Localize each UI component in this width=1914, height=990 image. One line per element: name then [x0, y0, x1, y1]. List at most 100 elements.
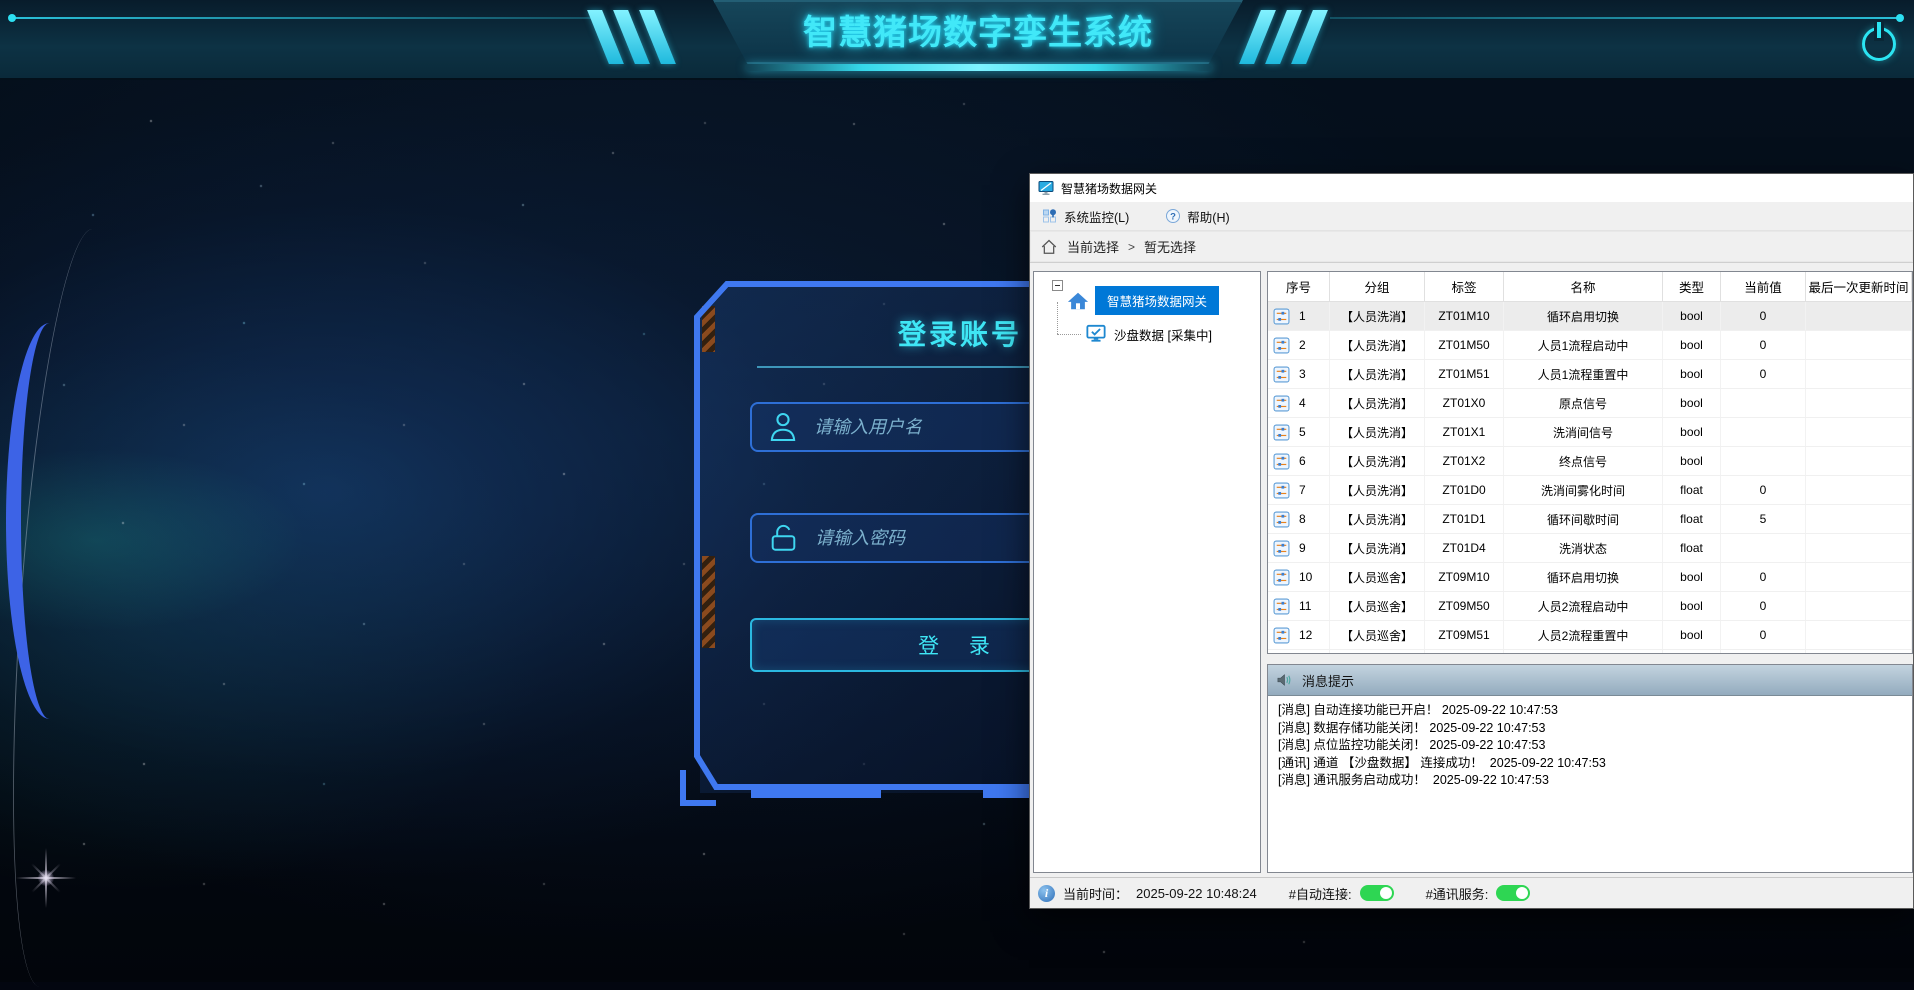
cell-group: 【人员洗消】 — [1330, 447, 1425, 475]
log-line: [消息] 数据存储功能关闭！ 2025-09-22 10:47:53 — [1278, 720, 1902, 738]
cell-group: 【人员巡舍】 — [1330, 621, 1425, 649]
column-header[interactable]: 名称 — [1504, 272, 1663, 301]
header-line-left — [12, 17, 597, 19]
breadcrumb: 当前选择 > 暂无选择 — [1030, 230, 1913, 263]
column-header[interactable]: 当前值 — [1721, 272, 1806, 301]
cell-name: 原点信号 — [1504, 389, 1663, 417]
comm-service-toggle[interactable] — [1496, 885, 1530, 901]
table-row-partial[interactable] — [1268, 650, 1912, 654]
cell-name: 人员1流程重置中 — [1504, 360, 1663, 388]
cell-last-update — [1806, 360, 1912, 388]
log-line: [通讯] 通道 【沙盘数据】 连接成功！ 2025-09-22 10:47:53 — [1278, 755, 1902, 773]
menu-system-monitor[interactable]: 系统监控(L) — [1038, 204, 1133, 229]
cell-seq: 7 — [1299, 483, 1306, 497]
home-node-icon — [1067, 290, 1089, 312]
point-icon — [1273, 511, 1290, 528]
cell-group: 【人员洗消】 — [1330, 476, 1425, 504]
cell-type: bool — [1663, 621, 1721, 649]
left-slash-decoration — [598, 10, 665, 64]
table-row[interactable]: 12 【人员巡舍】 ZT09M51 人员2流程重置中 bool 0 — [1268, 621, 1912, 650]
cell-tag: ZT01X1 — [1425, 418, 1504, 446]
cell-seq: 4 — [1299, 396, 1306, 410]
auto-connect-toggle[interactable] — [1360, 885, 1394, 901]
cell-type: float — [1663, 534, 1721, 562]
header-line-right — [1330, 17, 1902, 19]
point-icon — [1273, 395, 1290, 412]
cell-last-update — [1806, 563, 1912, 591]
cell-value — [1721, 447, 1806, 475]
power-icon[interactable] — [1862, 27, 1896, 61]
table-row[interactable]: 5 【人员洗消】 ZT01X1 洗消间信号 bool — [1268, 418, 1912, 447]
cell-type: bool — [1663, 592, 1721, 620]
cell-name: 终点信号 — [1504, 447, 1663, 475]
cell-last-update — [1806, 621, 1912, 649]
table-row[interactable]: 9 【人员洗消】 ZT01D4 洗消状态 float — [1268, 534, 1912, 563]
title-underbar — [746, 64, 1212, 71]
cell-value: 0 — [1721, 592, 1806, 620]
cell-value — [1721, 418, 1806, 446]
point-icon — [1273, 453, 1290, 470]
message-panel-title: 消息提示 — [1302, 671, 1354, 690]
menu-help[interactable]: ? 帮助(H) — [1161, 204, 1233, 229]
column-header[interactable]: 序号 — [1268, 272, 1330, 301]
cell-name: 人员2流程重置中 — [1504, 621, 1663, 649]
table-row[interactable]: 11 【人员巡舍】 ZT09M50 人员2流程启动中 bool 0 — [1268, 592, 1912, 621]
window-titlebar[interactable]: 智慧猪场数据网关 — [1030, 174, 1913, 202]
help-icon: ? — [1165, 208, 1181, 224]
cell-last-update — [1806, 418, 1912, 446]
cell-seq: 6 — [1299, 454, 1306, 468]
time-label: 当前时间： — [1063, 884, 1128, 903]
column-header[interactable]: 分组 — [1330, 272, 1425, 301]
speaker-icon — [1276, 673, 1293, 687]
point-icon — [1273, 366, 1290, 383]
log-line: [消息] 自动连接功能已开启！ 2025-09-22 10:47:53 — [1278, 702, 1902, 720]
table-row[interactable]: 6 【人员洗消】 ZT01X2 终点信号 bool — [1268, 447, 1912, 476]
cell-group — [1330, 650, 1425, 654]
tree-node-gateway[interactable]: 智慧猪场数据网关 — [1034, 286, 1219, 315]
lock-icon — [770, 522, 797, 554]
cell-last-update — [1806, 389, 1912, 417]
cell-group: 【人员洗消】 — [1330, 534, 1425, 562]
window-title: 智慧猪场数据网关 — [1061, 180, 1157, 197]
cell-tag: ZT01D0 — [1425, 476, 1504, 504]
cell-type: float — [1663, 476, 1721, 504]
table-body: 1 【人员洗消】 ZT01M10 循环启用切换 bool 0 2 【人员洗消】 … — [1268, 302, 1912, 654]
cell-name: 洗消间雾化时间 — [1504, 476, 1663, 504]
tree-node-label: 沙盘数据 [采集中] — [1114, 325, 1212, 344]
cell-type: bool — [1663, 418, 1721, 446]
column-header[interactable]: 最后一次更新时间 — [1806, 272, 1912, 301]
tree-node-sandbox-data[interactable]: 沙盘数据 [采集中] — [1034, 324, 1212, 344]
cell-value: 0 — [1721, 621, 1806, 649]
menu-bar: 系统监控(L) ? 帮助(H) — [1030, 202, 1913, 230]
cell-value — [1721, 389, 1806, 417]
cell-tag — [1425, 650, 1504, 654]
cell-value: 0 — [1721, 331, 1806, 359]
cell-group: 【人员洗消】 — [1330, 331, 1425, 359]
table-row[interactable]: 7 【人员洗消】 ZT01D0 洗消间雾化时间 float 0 — [1268, 476, 1912, 505]
star-sparkle — [16, 848, 76, 908]
cell-seq: 3 — [1299, 367, 1306, 381]
cell-name: 循环间歇时间 — [1504, 505, 1663, 533]
cell-last-update — [1806, 447, 1912, 475]
comm-service-label: #通讯服务: — [1426, 884, 1489, 903]
cell-type: bool — [1663, 563, 1721, 591]
cell-tag: ZT01M50 — [1425, 331, 1504, 359]
table-row[interactable]: 8 【人员洗消】 ZT01D1 循环间歇时间 float 5 — [1268, 505, 1912, 534]
table-row[interactable]: 4 【人员洗消】 ZT01X0 原点信号 bool — [1268, 389, 1912, 418]
column-header[interactable]: 类型 — [1663, 272, 1721, 301]
cell-value: 0 — [1721, 563, 1806, 591]
table-row[interactable]: 1 【人员洗消】 ZT01M10 循环启用切换 bool 0 — [1268, 302, 1912, 331]
point-icon — [1273, 569, 1290, 586]
cell-seq: 9 — [1299, 541, 1306, 555]
cell-last-update — [1806, 505, 1912, 533]
table-header-row: 序号 分组 标签 名称 类型 当前值 最后一次更新时间 — [1268, 272, 1912, 302]
table-row[interactable]: 10 【人员巡舍】 ZT09M10 循环启用切换 bool 0 — [1268, 563, 1912, 592]
column-header[interactable]: 标签 — [1425, 272, 1504, 301]
cell-tag: ZT01X2 — [1425, 447, 1504, 475]
table-row[interactable]: 2 【人员洗消】 ZT01M50 人员1流程启动中 bool 0 — [1268, 331, 1912, 360]
cell-name: 人员2流程启动中 — [1504, 592, 1663, 620]
table-row[interactable]: 3 【人员洗消】 ZT01M51 人员1流程重置中 bool 0 — [1268, 360, 1912, 389]
point-icon — [1273, 540, 1290, 557]
cell-type: bool — [1663, 360, 1721, 388]
point-icon — [1273, 627, 1290, 644]
